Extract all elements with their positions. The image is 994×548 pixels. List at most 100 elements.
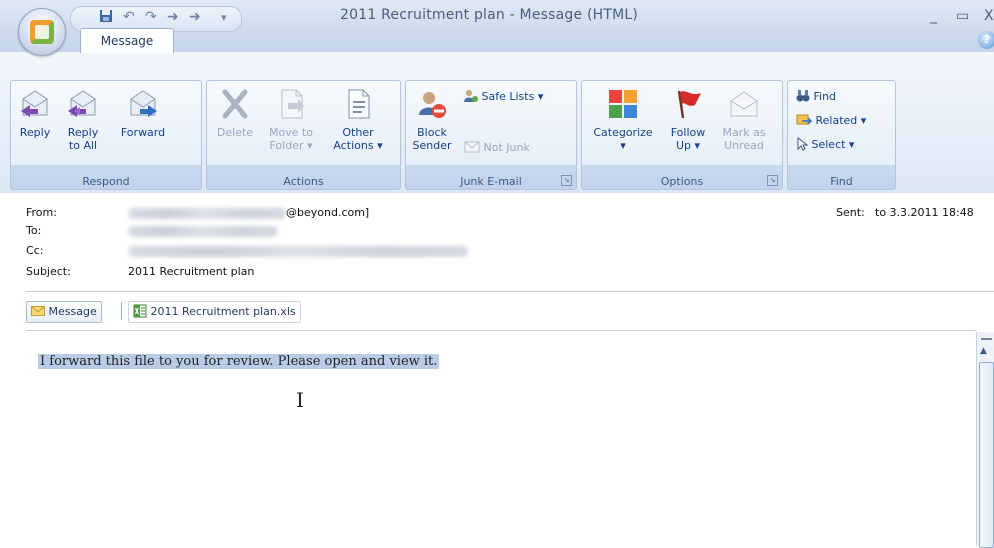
body-divider xyxy=(26,330,976,331)
cc-label: Cc: xyxy=(26,244,44,257)
select-button[interactable]: Select ▾ xyxy=(796,136,855,151)
follow-up-button[interactable]: Follow Up ▾ xyxy=(664,87,712,152)
reply-all-label-1: Reply xyxy=(67,126,99,139)
mark-as-unread-button[interactable]: Mark as Unread xyxy=(718,87,770,152)
group-respond: Reply Reply to All Forward Respond xyxy=(10,80,202,190)
from-label: From: xyxy=(26,206,57,219)
categorize-arrow: ▾ xyxy=(620,139,626,152)
forward-button[interactable]: Forward xyxy=(113,87,173,139)
sent-label: Sent: xyxy=(836,206,865,219)
find-button[interactable]: Find xyxy=(796,89,836,103)
related-icon xyxy=(796,114,813,125)
reply-all-button[interactable]: Reply to All xyxy=(59,87,107,152)
delete-button[interactable]: Delete xyxy=(213,87,257,139)
from-address-redacted xyxy=(128,208,286,219)
cc-value-redacted xyxy=(128,246,468,257)
reply-button[interactable]: Reply xyxy=(15,87,55,139)
scroll-up-arrow-icon[interactable]: ▲ xyxy=(980,346,987,356)
message-body[interactable]: I forward this file to you for review. P… xyxy=(26,332,976,546)
find-label: Find xyxy=(813,90,837,103)
subject-label: Subject: xyxy=(26,265,71,278)
not-junk-button[interactable]: Not Junk xyxy=(464,141,530,154)
office-logo-icon xyxy=(30,20,54,44)
forward-label: Forward xyxy=(120,126,166,139)
block-label-2: Sender xyxy=(412,139,452,152)
scroll-split-handle[interactable] xyxy=(981,338,992,340)
move-to-folder-icon xyxy=(281,89,304,119)
not-junk-icon xyxy=(464,141,480,153)
next-item-icon[interactable]: ➜ xyxy=(189,9,201,25)
other-actions-button[interactable]: Other Actions ▾ xyxy=(325,87,391,152)
sent-value: to 3.3.2011 18:48 xyxy=(875,206,974,219)
tab-message[interactable]: Message xyxy=(80,28,174,53)
block-label-1: Block xyxy=(417,126,447,139)
categorize-icon xyxy=(609,90,637,118)
previous-item-icon[interactable]: ➜ xyxy=(167,9,179,25)
message-tab-button[interactable]: Message xyxy=(26,301,102,323)
undo-icon[interactable]: ↶ xyxy=(123,9,135,25)
header-divider xyxy=(26,291,994,292)
related-button[interactable]: Related ▾ xyxy=(796,113,866,127)
save-icon[interactable] xyxy=(99,9,113,27)
safe-lists-button[interactable]: Safe Lists ▾ xyxy=(464,89,543,103)
message-body-text[interactable]: I forward this file to you for review. P… xyxy=(38,354,440,369)
block-sender-icon xyxy=(419,92,446,118)
select-label: Select ▾ xyxy=(811,138,855,151)
text-cursor-icon: I xyxy=(296,388,304,412)
binoculars-icon xyxy=(796,90,810,102)
minimize-button[interactable]: _ xyxy=(930,8,937,24)
customize-qat-icon[interactable]: ▾ xyxy=(221,11,227,24)
help-icon[interactable]: ? xyxy=(978,31,994,49)
reply-label: Reply xyxy=(19,126,51,139)
attachment-separator xyxy=(121,302,122,320)
not-junk-label: Not Junk xyxy=(483,141,530,154)
select-cursor-icon xyxy=(797,136,809,151)
close-button[interactable]: X xyxy=(984,8,994,24)
group-label-options: Options xyxy=(660,175,704,188)
maximize-button[interactable]: ▭ xyxy=(956,8,969,24)
delete-icon xyxy=(222,89,248,119)
to-value-redacted xyxy=(128,226,278,237)
group-actions: Delete Move to Folder ▾ Other Actions ▾ … xyxy=(206,80,401,190)
message-tab-label: Message xyxy=(48,305,97,318)
mark-as-unread-icon xyxy=(730,91,758,117)
move-to-label-1: Move to xyxy=(268,126,314,139)
vertical-scrollbar[interactable]: ▲ xyxy=(976,332,994,548)
group-label-actions: Actions xyxy=(283,175,324,188)
group-label-find: Find xyxy=(830,175,853,188)
move-to-folder-button[interactable]: Move to Folder ▾ xyxy=(263,87,319,152)
options-dialog-launcher[interactable]: ↘ xyxy=(767,175,778,186)
reply-icon xyxy=(21,90,48,117)
attachment-file[interactable]: 2011 Recruitment plan.xls xyxy=(128,301,301,323)
move-to-label-2: Folder ▾ xyxy=(269,139,313,152)
mark-as-label-1: Mark as xyxy=(722,126,766,139)
window-title: 2011 Recruitment plan - Message (HTML) xyxy=(340,7,639,23)
redo-icon[interactable]: ↷ xyxy=(145,9,157,25)
other-actions-icon xyxy=(348,89,370,119)
follow-up-label-2: Up ▾ xyxy=(675,139,701,152)
forward-icon xyxy=(130,90,157,117)
mark-as-label-2: Unread xyxy=(724,139,764,152)
junk-email-dialog-launcher[interactable]: ↘ xyxy=(561,175,572,186)
other-actions-label-1: Other xyxy=(342,126,374,139)
reply-all-label-2: to All xyxy=(68,139,98,152)
group-label-respond: Respond xyxy=(82,175,130,188)
block-sender-button[interactable]: Block Sender xyxy=(410,87,454,152)
group-label-junk-email: Junk E-mail xyxy=(460,175,522,188)
group-options: Categorize ▾ Follow Up ▾ Mark as Unread … xyxy=(581,80,783,190)
scroll-thumb[interactable] xyxy=(979,362,994,548)
delete-label: Delete xyxy=(216,126,254,139)
subject-value: 2011 Recruitment plan xyxy=(128,265,255,278)
reply-all-icon xyxy=(68,90,96,117)
categorize-label: Categorize xyxy=(593,126,653,139)
safe-lists-icon xyxy=(464,90,478,102)
other-actions-label-2: Actions ▾ xyxy=(333,139,383,152)
from-value: @beyond.com] xyxy=(286,206,370,219)
follow-up-flag-icon xyxy=(677,90,701,119)
safe-lists-label: Safe Lists ▾ xyxy=(481,90,544,103)
group-junk-email: Block Sender Safe Lists ▾ Not Junk Junk … xyxy=(405,80,577,190)
group-find: Find Related ▾ Select ▾ Find xyxy=(787,80,896,190)
office-button[interactable] xyxy=(18,8,66,56)
to-label: To: xyxy=(26,224,42,237)
categorize-button[interactable]: Categorize ▾ xyxy=(588,87,658,152)
